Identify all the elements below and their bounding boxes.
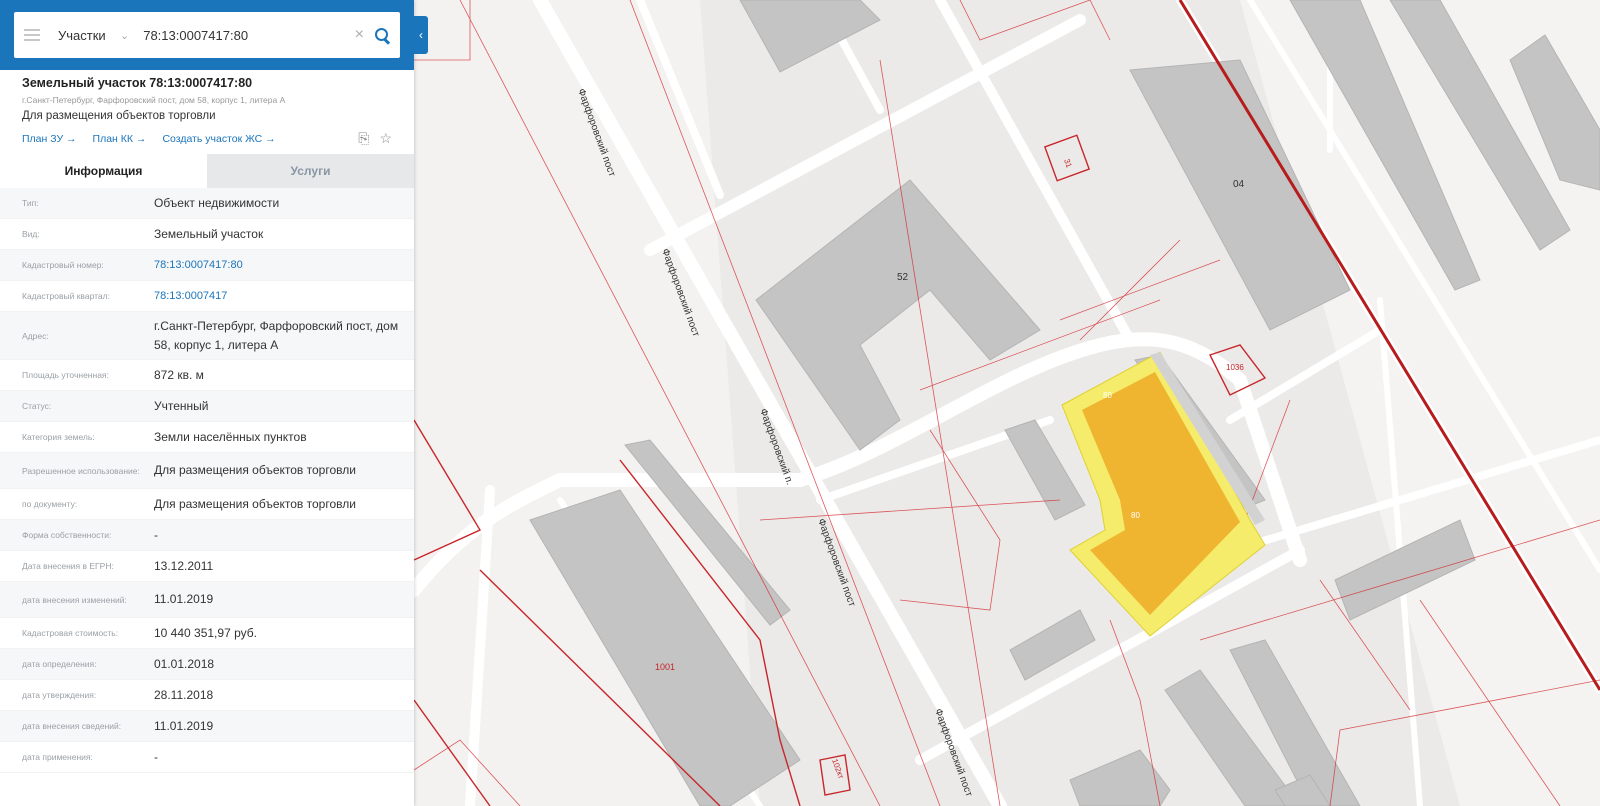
table-row: Площадь уточненная: 872 кв. м [0, 360, 414, 391]
info-panel: Участки ⌄ × Земельный участок 78:13:0007… [0, 0, 414, 806]
row-label: дата внесения сведений: [22, 721, 122, 731]
row-value: Учтенный [154, 398, 209, 413]
row-label: Дата внесения в ЕГРН: [22, 561, 114, 571]
row-value: 10 440 351,97 руб. [154, 625, 257, 640]
tab-info[interactable]: Информация [0, 154, 207, 188]
info-table: Тип: Объект недвижимости Вид: Земельный уча… [0, 188, 414, 773]
collapse-panel-button[interactable]: ‹ [414, 16, 428, 54]
plan-zu-link[interactable]: План ЗУ → [22, 133, 77, 145]
row-value: 11.01.2019 [154, 592, 214, 606]
table-row: Дата внесения в ЕГРН: 13.12.2011 [0, 551, 414, 582]
row-value: Объект недвижимости [154, 195, 280, 210]
search-input[interactable] [143, 27, 355, 43]
star-icon[interactable]: ☆ [379, 130, 392, 147]
row-label: Статус: [22, 401, 52, 411]
table-row: Адрес: г.Санкт-Петербург, Фарфоровский по… [0, 312, 414, 360]
object-address: г.Санкт-Петербург, Фарфоровский пост, до… [22, 95, 286, 105]
row-value: г.Санкт-Петербург, Фарфоровский пост, до… [154, 318, 399, 352]
search-type-select[interactable]: Участки [58, 28, 120, 43]
close-icon[interactable]: × [355, 26, 364, 44]
row-label: Категория земель: [22, 432, 95, 442]
building-label: 04 [1233, 179, 1245, 190]
row-label: Кадастровая стоимость: [22, 628, 119, 638]
row-value: Для размещения объектов торговли [154, 496, 356, 511]
parcel-label: 80 [1103, 391, 1112, 400]
table-row: Кадастровый номер: 78:13:0007417:80 [0, 250, 414, 281]
plan-kk-link[interactable]: План КК → [93, 133, 147, 145]
building-label: 1001 [655, 662, 675, 672]
row-label: дата утверждения: [22, 690, 97, 700]
table-row: Форма собственности: - [0, 520, 414, 551]
row-value: 11.01.2019 [154, 718, 214, 733]
table-row: дата внесения изменений: 11.01.2019 [0, 582, 414, 618]
menu-icon[interactable] [24, 29, 40, 41]
row-value: Земли населённых пунктов [154, 429, 307, 444]
row-value-link[interactable]: 78:13:0007417:80 [154, 256, 406, 275]
table-row: Вид: Земельный участок [0, 219, 414, 250]
table-row: Разрешенное использование: Для размещения… [0, 453, 414, 489]
chevron-down-icon[interactable]: ⌄ [120, 29, 129, 42]
row-label: дата определения: [22, 659, 97, 669]
object-links: План ЗУ → План КК → Создать участок ЖС →… [22, 130, 392, 147]
row-label: Тип: [22, 198, 39, 208]
row-value-link[interactable]: 78:13:0007417 [154, 287, 406, 306]
row-label: Разрешенное использование: [22, 465, 140, 476]
search-box: Участки ⌄ × [14, 12, 400, 58]
row-value: 13.12.2011 [154, 558, 214, 573]
object-header: Земельный участок 78:13:0007417:80 г.Сан… [0, 70, 414, 152]
table-row: Тип: Объект недвижимости [0, 188, 414, 219]
object-purpose: Для размещения объектов торговли [22, 110, 216, 122]
table-row: дата утверждения: 28.11.2018 [0, 680, 414, 711]
row-value: 28.11.2018 [154, 687, 214, 702]
row-label: по документу: [22, 499, 78, 509]
building-label: 1036 [1226, 363, 1244, 372]
parcel-label: 80 [1131, 511, 1140, 520]
row-label: Кадастровый квартал: [22, 291, 110, 301]
row-label: дата внесения изменений: [22, 594, 127, 605]
row-value: Земельный участок [154, 226, 264, 241]
search-icon[interactable] [374, 27, 390, 43]
row-label: Кадастровый номер: [22, 260, 104, 270]
table-row: Статус: Учтенный [0, 391, 414, 422]
search-bar: Участки ⌄ × [0, 0, 414, 70]
row-value: - [154, 749, 158, 764]
create-parcel-link[interactable]: Создать участок ЖС → [162, 133, 275, 145]
row-label: дата применения: [22, 752, 93, 762]
document-search-icon[interactable]: ⎘ [358, 130, 369, 147]
row-value: 01.01.2018 [154, 656, 215, 671]
building-label: 52 [897, 272, 909, 283]
table-row: Кадастровый квартал: 78:13:0007417 [0, 281, 414, 312]
object-title: Земельный участок 78:13:0007417:80 [22, 76, 253, 90]
tab-services[interactable]: Услуги [207, 154, 414, 188]
tabs: Информация Услуги [0, 154, 414, 188]
table-row: дата внесения сведений: 11.01.2019 [0, 711, 414, 742]
row-value: 872 кв. м [154, 367, 204, 382]
row-label: Вид: [22, 229, 40, 239]
table-row: Категория земель: Земли населённых пункто… [0, 422, 414, 453]
row-label: Форма собственности: [22, 530, 112, 540]
table-row: по документу: Для размещения объектов тор… [0, 489, 414, 520]
row-value: - [154, 527, 158, 542]
table-row: дата применения: - [0, 742, 414, 773]
table-row: Кадастровая стоимость: 10 440 351,97 руб. [0, 618, 414, 649]
row-value: Для размещения объектов торговли [154, 463, 356, 477]
row-label: Площадь уточненная: [22, 370, 109, 380]
row-label: Адрес: [22, 330, 49, 341]
table-row: дата определения: 01.01.2018 [0, 649, 414, 680]
